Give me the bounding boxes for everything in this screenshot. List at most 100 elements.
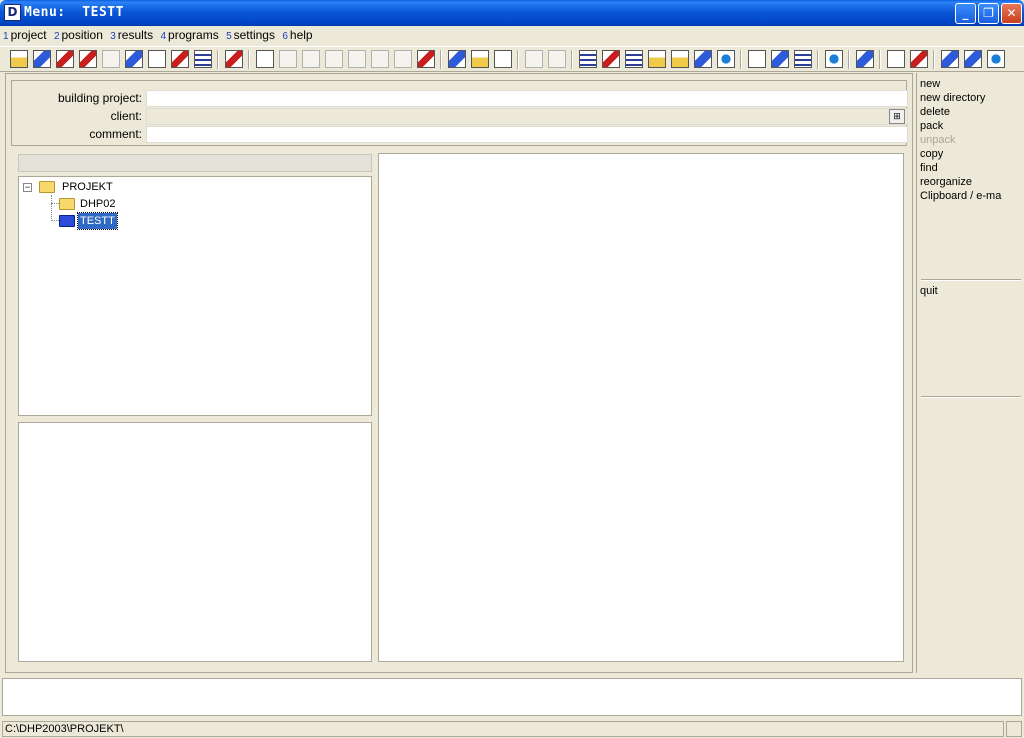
menu-help[interactable]: 6 help xyxy=(282,26,312,46)
tree-node-testt[interactable]: TESTT xyxy=(59,212,149,230)
menu-label: position xyxy=(61,28,103,42)
tree-node-label: DHP02 xyxy=(80,198,116,210)
menu-number: 5 xyxy=(226,31,232,42)
mail-icon[interactable] xyxy=(494,50,512,68)
collapse-icon[interactable]: − xyxy=(23,183,32,192)
maximize-button[interactable]: ❐ xyxy=(978,3,999,24)
context-help-icon[interactable] xyxy=(941,50,959,68)
export-icon[interactable] xyxy=(348,50,366,68)
minimize-button[interactable]: _ xyxy=(955,3,976,24)
clipboard-copy-icon[interactable] xyxy=(448,50,466,68)
building-project-field[interactable] xyxy=(146,90,908,107)
menu-label: results xyxy=(117,28,154,42)
new-position-icon[interactable] xyxy=(256,50,274,68)
menu-settings[interactable]: 5 settings xyxy=(226,26,275,46)
window-icon[interactable] xyxy=(525,50,543,68)
print-icon[interactable] xyxy=(748,50,766,68)
side-menu-clipboard-email[interactable]: Clipboard / e-ma xyxy=(917,189,1023,203)
settings-icon[interactable] xyxy=(794,50,812,68)
tree-node-dhp02[interactable]: DHP02 xyxy=(59,196,149,212)
side-menu-copy[interactable]: copy xyxy=(917,147,1023,161)
side-menu-items: new new directory delete pack unpack cop… xyxy=(917,77,1023,203)
tree-node-root[interactable]: − PROJEKT xyxy=(23,179,143,195)
delete-project-icon[interactable] xyxy=(56,50,74,68)
pack-icon[interactable] xyxy=(79,50,97,68)
results-columns-icon[interactable] xyxy=(671,50,689,68)
results-list-icon[interactable] xyxy=(602,50,620,68)
toolbar-separator xyxy=(740,50,742,69)
import-icon[interactable] xyxy=(325,50,343,68)
toolbar-separator xyxy=(217,50,219,69)
toolbar-separator xyxy=(933,50,935,69)
menu-number: 2 xyxy=(53,31,60,42)
save-exit-icon[interactable] xyxy=(856,50,874,68)
results-building-icon[interactable] xyxy=(717,50,735,68)
close-button[interactable]: ✕ xyxy=(1001,3,1022,24)
open-folder-icon xyxy=(59,215,75,227)
tree-line xyxy=(51,220,59,221)
comment-row: comment: xyxy=(12,126,908,143)
close-icon: ✕ xyxy=(1006,6,1017,20)
info-icon[interactable] xyxy=(394,50,412,68)
copy-project-icon[interactable] xyxy=(125,50,143,68)
status-path: C:\DHP2003\PROJEKT\ xyxy=(2,721,1004,737)
side-menu-new-directory[interactable]: new directory xyxy=(917,91,1023,105)
open-position-icon[interactable] xyxy=(279,50,297,68)
menu-position[interactable]: 2 position xyxy=(54,26,103,46)
side-menu-reorganize[interactable]: reorganize xyxy=(917,175,1023,189)
side-menu-quit[interactable]: quit xyxy=(917,284,938,298)
unpack-icon[interactable] xyxy=(102,50,120,68)
menu-results[interactable]: 3 results xyxy=(110,26,153,46)
menu-bar: 1 project 2 position 3 results 4 programs 5s… xyxy=(0,26,1024,46)
menu-programs[interactable]: 4 programs xyxy=(160,26,218,46)
tree-line xyxy=(51,195,52,221)
menu-label: project xyxy=(10,28,47,42)
side-menu: new new directory delete pack unpack cop… xyxy=(916,73,1022,673)
resize-grip[interactable] xyxy=(1006,721,1022,737)
side-menu-new[interactable]: new xyxy=(917,77,1023,91)
details-panel xyxy=(18,422,372,662)
folder-icon xyxy=(59,198,75,210)
main-area: building project: client: ⊞ comment: − P… xyxy=(5,73,913,673)
globe-icon[interactable] xyxy=(825,50,843,68)
results-section-icon[interactable] xyxy=(648,50,666,68)
duplicate-icon[interactable] xyxy=(371,50,389,68)
toolbar xyxy=(0,46,1024,72)
menu-number: 4 xyxy=(160,31,167,42)
remove-position-icon[interactable] xyxy=(417,50,435,68)
toolbar-separator xyxy=(248,50,250,69)
find-icon[interactable] xyxy=(148,50,166,68)
results-view-icon[interactable] xyxy=(694,50,712,68)
delete-position-icon[interactable] xyxy=(302,50,320,68)
building-project-label: building project: xyxy=(57,91,142,105)
tree-view-icon[interactable] xyxy=(194,50,212,68)
client-field[interactable]: ⊞ xyxy=(146,108,908,125)
hotline-icon[interactable] xyxy=(964,50,982,68)
windows-icon[interactable] xyxy=(548,50,566,68)
open-project-icon[interactable] xyxy=(33,50,51,68)
side-menu-find[interactable]: find xyxy=(917,161,1023,175)
comment-field[interactable] xyxy=(146,126,908,143)
directory-path-bar xyxy=(18,154,372,172)
results-table-icon[interactable] xyxy=(579,50,597,68)
reorganize-icon[interactable] xyxy=(171,50,189,68)
toolbar-separator xyxy=(571,50,573,69)
new-project-icon[interactable] xyxy=(10,50,28,68)
manual-icon[interactable] xyxy=(910,50,928,68)
menu-project[interactable]: 1 project xyxy=(3,26,47,46)
clipboard-paste-icon[interactable] xyxy=(471,50,489,68)
side-menu-delete[interactable]: delete xyxy=(917,105,1023,119)
web-update-icon[interactable] xyxy=(987,50,1005,68)
toolbar-separator xyxy=(879,50,881,69)
printer-setup-icon[interactable] xyxy=(771,50,789,68)
toolbar-separator xyxy=(848,50,850,69)
app-icon[interactable]: D xyxy=(4,4,21,21)
menu-label: help xyxy=(289,28,313,42)
side-menu-pack[interactable]: pack xyxy=(917,119,1023,133)
client-tree-icon[interactable]: ⊞ xyxy=(889,109,905,124)
message-area xyxy=(2,678,1022,716)
help-icon[interactable] xyxy=(887,50,905,68)
results-grid-icon[interactable] xyxy=(625,50,643,68)
exit-icon[interactable] xyxy=(225,50,243,68)
client-row: client: ⊞ xyxy=(12,108,908,125)
